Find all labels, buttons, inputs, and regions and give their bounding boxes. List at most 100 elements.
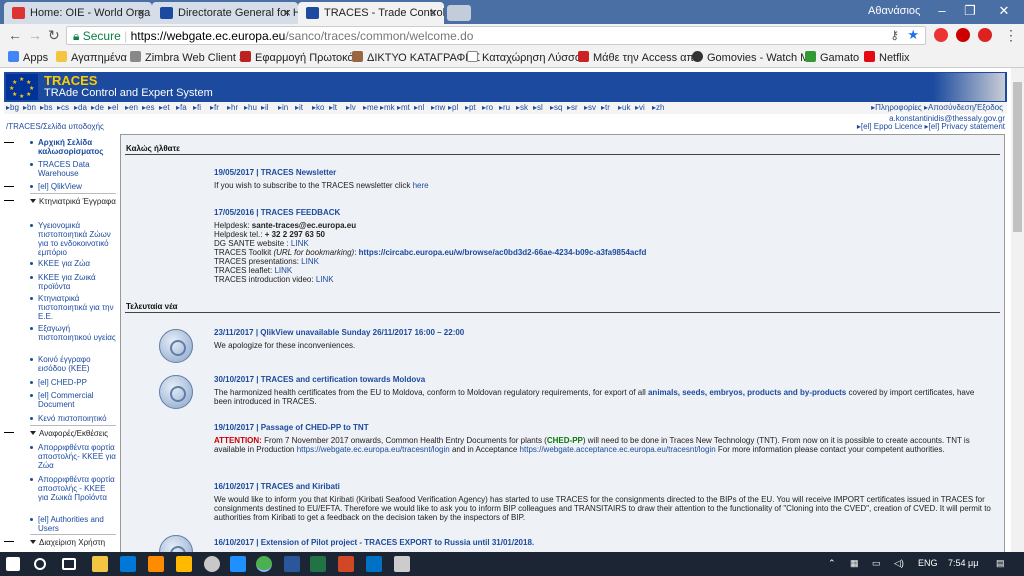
language-link-es[interactable]: ▸es <box>142 103 154 112</box>
sidebar-item-ched-pp[interactable]: [el] CHED-PP <box>30 378 116 387</box>
url-input[interactable]: 🔒︎ Secure | https://webgate.ec.europa.eu… <box>66 26 926 45</box>
word-icon[interactable] <box>284 556 300 572</box>
leaflet-link[interactable]: LINK <box>274 266 292 275</box>
back-icon[interactable]: ← <box>8 27 22 43</box>
maximize-icon[interactable]: ❐ <box>958 3 982 19</box>
toolkit-link[interactable]: https://circabc.europa.eu/w/browse/ac0bd… <box>359 248 647 257</box>
chrome-alt-icon[interactable] <box>204 556 220 572</box>
tab-oie[interactable]: Home: OIE - World Orga × <box>4 2 152 24</box>
language-link-sr[interactable]: ▸sr <box>567 103 578 112</box>
language-link-de[interactable]: ▸de <box>91 103 104 112</box>
top-links[interactable]: ▸Πληροφορίες ▸Αποσύνδεση/Έξοδος <box>871 103 1003 112</box>
windows-start-icon[interactable] <box>6 557 20 571</box>
volume-icon[interactable]: ◁) <box>894 558 904 569</box>
news-title[interactable]: 19/05/2017 | TRACES Newsletter <box>214 168 994 177</box>
news-title[interactable]: 19/10/2017 | Passage of CHED-PP to TNT <box>214 423 994 432</box>
news-title[interactable]: 23/11/2017 | QlikView unavailable Sunday… <box>214 328 994 337</box>
language-link-sq[interactable]: ▸sq <box>550 103 562 112</box>
language-link-mk[interactable]: ▸mk <box>380 103 395 112</box>
star-icon[interactable]: ★ <box>907 27 919 43</box>
scrollbar-thumb[interactable] <box>1013 82 1022 232</box>
input-language[interactable]: ENG <box>918 558 938 568</box>
bookmark-apps[interactable]: Apps <box>8 51 48 64</box>
language-link-bg[interactable]: ▸bg <box>6 103 19 112</box>
language-link-pt[interactable]: ▸pt <box>465 103 476 112</box>
new-tab-button[interactable] <box>447 5 471 21</box>
sidebar-head-vet-docs[interactable]: Κτηνιατρικά Έγγραφα <box>30 197 116 206</box>
language-link-nl[interactable]: ▸nl <box>414 103 424 112</box>
language-link-bs[interactable]: ▸bs <box>40 103 52 112</box>
news-title[interactable]: 30/10/2017 | TRACES and certification to… <box>214 375 994 384</box>
language-link-nw[interactable]: ▸nw <box>431 103 445 112</box>
language-link-ro[interactable]: ▸ro <box>482 103 493 112</box>
language-link-fi[interactable]: ▸fi <box>193 103 201 112</box>
tnt-acceptance-link[interactable]: https://webgate.acceptance.ec.europa.eu/… <box>520 445 716 454</box>
battery-icon[interactable]: ▭ <box>872 558 881 569</box>
sidebar-item-kee[interactable]: Κοινό έγγραφο εισόδου (ΚΕΕ) <box>30 355 116 373</box>
store-icon[interactable] <box>120 556 136 572</box>
news-title[interactable]: 16/10/2017 | Extension of Pilot project … <box>214 538 994 547</box>
sante-website-link[interactable]: LINK <box>291 239 309 248</box>
file-explorer-icon[interactable] <box>92 556 108 572</box>
chrome-icon[interactable] <box>256 556 272 572</box>
clock[interactable]: 7:54 μμ <box>948 558 978 568</box>
sidebar-item-blank-cert[interactable]: Κενό πιστοποιητικό <box>30 414 116 423</box>
adblock-icon[interactable] <box>956 28 970 42</box>
bookmark-protocol[interactable]: Εφαρμογή Πρωτοκό <box>240 51 354 64</box>
network-icon[interactable]: ▦ <box>850 558 859 569</box>
language-link-fr[interactable]: ▸fr <box>210 103 219 112</box>
language-link-sv[interactable]: ▸sv <box>584 103 596 112</box>
vertical-scrollbar[interactable] <box>1011 68 1024 552</box>
sidebar-head-reports[interactable]: Αναφορές/Εκθέσεις <box>30 429 116 438</box>
excel-icon[interactable] <box>310 556 326 572</box>
sidebar-item-home[interactable]: Αρχική Σελίδα καλωσορίσματος <box>30 138 116 156</box>
helpdesk-email[interactable]: sante-traces@ec.europa.eu <box>252 221 356 230</box>
sidebar-head-user-mgmt[interactable]: Διαχείριση Χρήστη <box>30 538 116 547</box>
sidebar-item-warehouse[interactable]: TRACES Data Warehouse <box>30 160 116 178</box>
bookmark-gomovies[interactable]: Gomovies - Watch M <box>692 51 809 64</box>
breadcrumb[interactable]: /TRACES/Σελίδα υποδοχής <box>6 122 104 131</box>
reload-icon[interactable]: ↻ <box>48 27 60 44</box>
language-link-bn[interactable]: ▸bn <box>23 103 36 112</box>
tnt-production-link[interactable]: https://webgate.ec.europa.eu/tracesnt/lo… <box>297 445 450 454</box>
window-user-label[interactable]: Αθανάσιος <box>868 5 920 17</box>
language-link-et[interactable]: ▸et <box>159 103 170 112</box>
close-icon[interactable]: × <box>137 5 145 20</box>
sidebar-item-vet-cert-eu[interactable]: Κτηνιατρικά πιστοποιητικά για την Ε.Ε. <box>30 294 116 321</box>
outlook-icon[interactable] <box>366 556 382 572</box>
language-link-pl[interactable]: ▸pl <box>448 103 458 112</box>
sidebar-item-authorities[interactable]: [el] Authorities and Users <box>30 515 116 533</box>
edge-icon[interactable] <box>230 556 246 572</box>
language-link-in[interactable]: ▸in <box>278 103 288 112</box>
language-link-ru[interactable]: ▸ru <box>499 103 510 112</box>
bookmark-netflix[interactable]: Netflix <box>864 51 910 64</box>
sidebar-item-export-cert[interactable]: Εξαγωγή πιστοποιητικού υγείας <box>30 324 116 342</box>
language-link-el[interactable]: ▸el <box>108 103 118 112</box>
sidebar-item-commercial-doc[interactable]: [el] Commercial Document <box>30 391 116 409</box>
sidebar-item-rejected-products[interactable]: Απορριφθέντα φορτία αποστολής - ΚΚΕΕ για… <box>30 475 116 502</box>
key-icon[interactable]: ⚷ <box>890 28 899 42</box>
bookmark-zimbra[interactable]: Zimbra Web Client Si <box>130 51 249 64</box>
language-link-hu[interactable]: ▸hu <box>244 103 257 112</box>
language-link-sk[interactable]: ▸sk <box>516 103 528 112</box>
language-link-en[interactable]: ▸en <box>125 103 138 112</box>
presentations-link[interactable]: LINK <box>301 257 319 266</box>
language-link-it[interactable]: ▸it <box>295 103 303 112</box>
language-link-me[interactable]: ▸me <box>363 103 378 112</box>
sidebar-item-qlikview[interactable]: [el] QlikView <box>30 182 116 191</box>
bookmark-network[interactable]: ΔΙΚΤΥΟ ΚΑΤΑΓΡΑΦΗΣ <box>352 51 480 64</box>
close-window-icon[interactable]: ✕ <box>992 3 1016 19</box>
media-icon[interactable] <box>148 556 164 572</box>
powerpoint-icon[interactable] <box>338 556 354 572</box>
sidebar-item-health-cert[interactable]: Υγειονομικά πιστοποιητικά Ζώων για το εν… <box>30 221 116 257</box>
licence-links[interactable]: ▸[el] Eppo Licence ▸[el] Privacy stateme… <box>857 122 1005 131</box>
pinterest-icon[interactable] <box>978 28 992 42</box>
language-link-lt[interactable]: ▸lt <box>329 103 337 112</box>
language-link-sl[interactable]: ▸sl <box>533 103 543 112</box>
language-link-tr[interactable]: ▸tr <box>601 103 610 112</box>
language-link-zh[interactable]: ▸zh <box>652 103 664 112</box>
language-link-vi[interactable]: ▸vi <box>635 103 645 112</box>
tab-directorate[interactable]: Directorate General for H × <box>152 2 298 24</box>
close-icon[interactable]: × <box>283 5 291 20</box>
language-link-mt[interactable]: ▸mt <box>397 103 410 112</box>
